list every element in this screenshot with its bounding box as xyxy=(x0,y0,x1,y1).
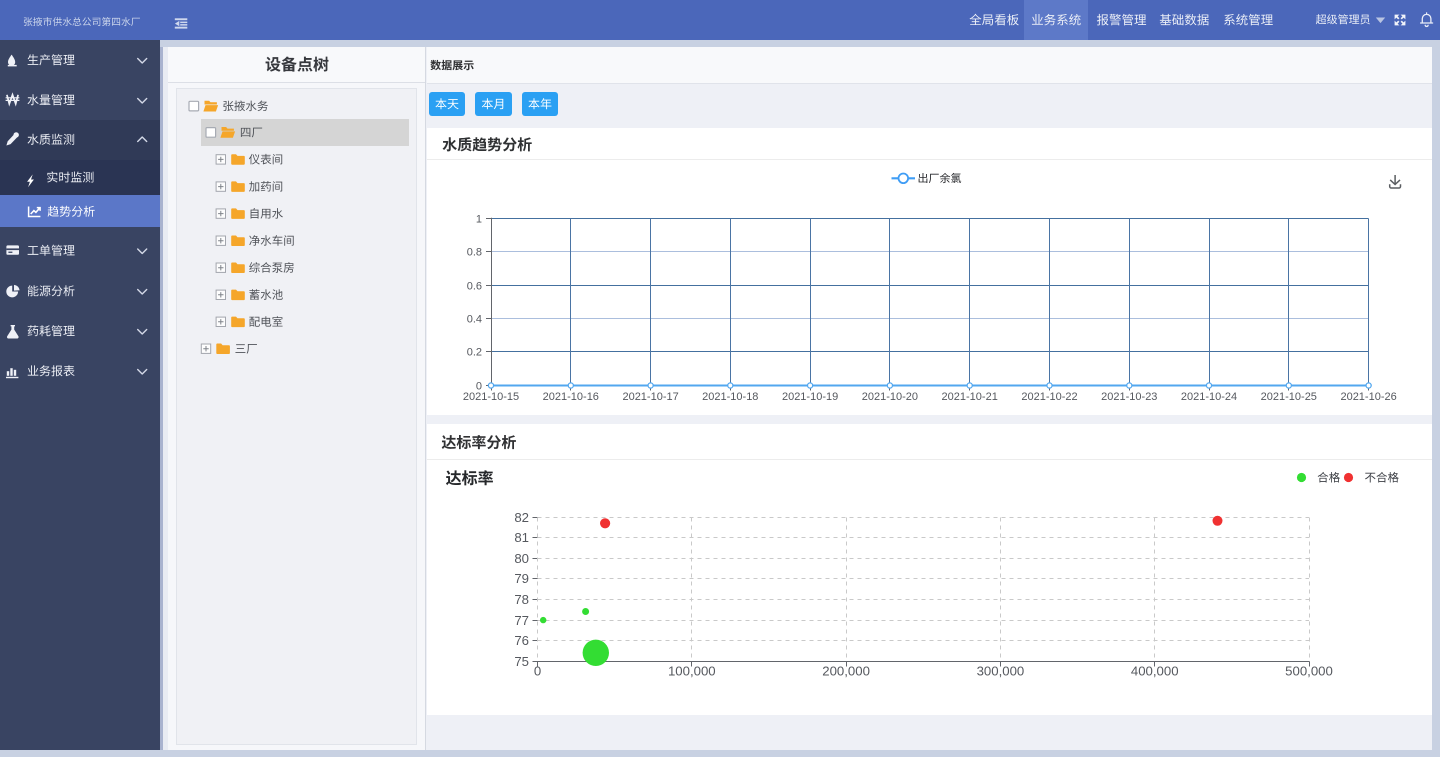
svg-text:76: 76 xyxy=(514,633,529,648)
svg-text:400,000: 400,000 xyxy=(1131,664,1179,679)
svg-text:200,000: 200,000 xyxy=(822,664,870,679)
svg-text:100,000: 100,000 xyxy=(668,664,716,679)
svg-text:300,000: 300,000 xyxy=(977,664,1025,679)
svg-text:0.8: 0.8 xyxy=(467,247,482,259)
svg-text:75: 75 xyxy=(514,654,529,669)
svg-text:2021-10-20: 2021-10-20 xyxy=(862,391,918,403)
svg-text:81: 81 xyxy=(514,530,529,545)
svg-text:500,000: 500,000 xyxy=(1285,664,1333,679)
svg-text:79: 79 xyxy=(514,571,529,586)
svg-text:2021-10-23: 2021-10-23 xyxy=(1101,391,1157,403)
svg-text:2021-10-18: 2021-10-18 xyxy=(702,391,758,403)
svg-text:2021-10-15: 2021-10-15 xyxy=(463,391,519,403)
svg-text:0: 0 xyxy=(534,664,541,679)
svg-text:2021-10-24: 2021-10-24 xyxy=(1181,391,1237,403)
svg-text:2021-10-16: 2021-10-16 xyxy=(543,391,599,403)
svg-text:82: 82 xyxy=(514,510,529,525)
svg-text:2021-10-26: 2021-10-26 xyxy=(1340,391,1396,403)
svg-text:0.4: 0.4 xyxy=(467,314,482,326)
svg-text:2021-10-19: 2021-10-19 xyxy=(782,391,838,403)
svg-text:2021-10-17: 2021-10-17 xyxy=(622,391,678,403)
svg-text:80: 80 xyxy=(514,551,529,566)
svg-text:0.2: 0.2 xyxy=(467,347,482,359)
svg-text:1: 1 xyxy=(476,214,482,226)
svg-text:2021-10-21: 2021-10-21 xyxy=(942,391,998,403)
svg-text:78: 78 xyxy=(514,592,529,607)
svg-text:2021-10-22: 2021-10-22 xyxy=(1021,391,1077,403)
svg-text:2021-10-25: 2021-10-25 xyxy=(1261,391,1317,403)
svg-text:0.6: 0.6 xyxy=(467,281,482,293)
svg-text:77: 77 xyxy=(514,613,529,628)
